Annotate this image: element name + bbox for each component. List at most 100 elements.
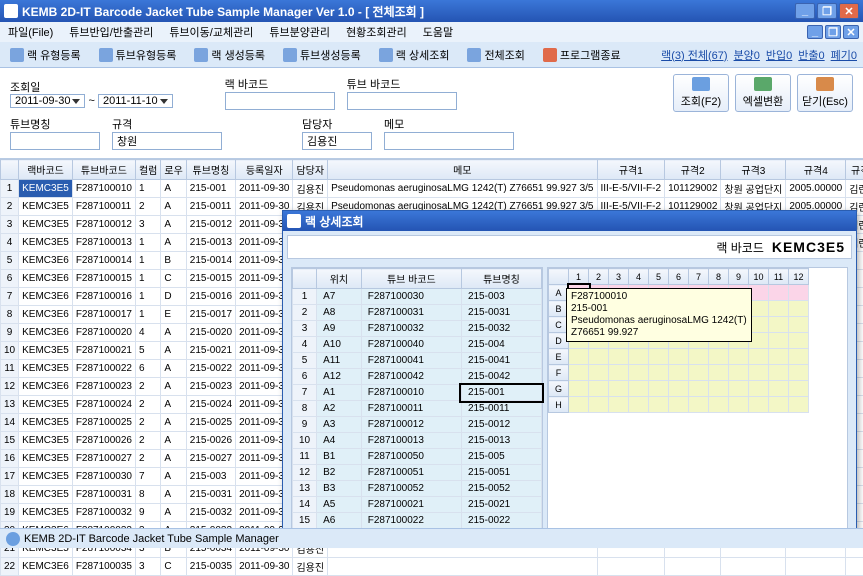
table-row[interactable]: 4A10F287100040 215-004	[293, 337, 542, 353]
table-row[interactable]: 14A5F287100021 215-0021	[293, 497, 542, 513]
table-row[interactable]: 11B1F287100050 215-005	[293, 449, 542, 465]
memo-input[interactable]	[384, 132, 514, 150]
main-col-header[interactable]: 튜브바코드	[72, 160, 135, 180]
plate-cell[interactable]	[609, 397, 629, 413]
minimize-button[interactable]: _	[795, 3, 815, 19]
main-col-header[interactable]: 컬럼	[135, 160, 160, 180]
plate-cell[interactable]	[729, 381, 749, 397]
rack-detail-window[interactable]: 랙 상세조회 랙 바코드 KEMC3E5 위치튜브 바코드튜브명칭 1A7F28…	[282, 210, 857, 540]
tool-all-search[interactable]: 전체조회	[463, 45, 528, 65]
plate-cell[interactable]	[789, 365, 809, 381]
table-row[interactable]: 13B3F287100052 215-0052	[293, 481, 542, 497]
plate-cell[interactable]	[569, 349, 589, 365]
maximize-button[interactable]: ❐	[817, 3, 837, 19]
plate-cell[interactable]	[589, 397, 609, 413]
plate-cell[interactable]	[589, 381, 609, 397]
sub-col-header[interactable]: 튜브 바코드	[361, 269, 461, 289]
plate-cell[interactable]	[669, 349, 689, 365]
table-row[interactable]: 12B2F287100051 215-0051	[293, 465, 542, 481]
plate-cell[interactable]	[749, 365, 769, 381]
table-row[interactable]: 9A3F287100012 215-0012	[293, 417, 542, 433]
plate-cell[interactable]	[649, 381, 669, 397]
link-dist[interactable]: 분양0	[734, 47, 760, 63]
table-row[interactable]: 10A4F287100013 215-0013	[293, 433, 542, 449]
table-row[interactable]: 22 KEMC3E6F2871000353C 215-00352011-09-3…	[1, 558, 863, 576]
plate-cell[interactable]	[709, 365, 729, 381]
plate-cell[interactable]	[589, 365, 609, 381]
plate-cell[interactable]	[669, 365, 689, 381]
main-col-header[interactable]: 로우	[161, 160, 186, 180]
main-col-header[interactable]	[1, 160, 19, 180]
table-row[interactable]: 1A7F287100030 215-003	[293, 289, 542, 305]
plate-cell[interactable]	[569, 397, 589, 413]
plate-cell[interactable]	[769, 333, 789, 349]
menu-tube-move[interactable]: 튜브이동/교체관리	[165, 22, 257, 42]
table-row[interactable]: 15A6F287100022 215-0022	[293, 513, 542, 529]
plate-cell[interactable]	[749, 349, 769, 365]
plate-cell[interactable]	[689, 349, 709, 365]
plate-cell[interactable]	[709, 349, 729, 365]
main-col-header[interactable]: 메모	[328, 160, 597, 180]
sub-col-header[interactable]: 위치	[317, 269, 362, 289]
tube-name-input[interactable]	[10, 132, 100, 150]
table-row[interactable]: 5A11F287100041 215-0041	[293, 353, 542, 369]
plate-cell[interactable]	[789, 333, 809, 349]
plate-cell[interactable]	[569, 365, 589, 381]
plate-cell[interactable]	[789, 317, 809, 333]
menu-help[interactable]: 도움말	[419, 22, 457, 42]
main-col-header[interactable]: 담당자	[293, 160, 328, 180]
plate-cell[interactable]	[629, 349, 649, 365]
plate-cell[interactable]	[729, 365, 749, 381]
person-input[interactable]	[302, 132, 372, 150]
plate-cell[interactable]	[729, 349, 749, 365]
plate-cell[interactable]	[609, 349, 629, 365]
plate-cell[interactable]	[789, 285, 809, 301]
menu-file[interactable]: 파일(File)	[4, 22, 57, 42]
mdi-minimize-button[interactable]: _	[807, 25, 823, 39]
menu-status[interactable]: 현황조회관리	[342, 22, 411, 42]
table-row[interactable]: 8A2F287100011 215-0011	[293, 401, 542, 417]
mdi-close-button[interactable]: ✕	[843, 25, 859, 39]
link-dispose[interactable]: 폐기0	[831, 47, 857, 63]
plate-cell[interactable]	[789, 349, 809, 365]
plate-cell[interactable]	[649, 349, 669, 365]
plate-cell[interactable]	[649, 397, 669, 413]
main-col-header[interactable]: 규격2	[665, 160, 721, 180]
table-row[interactable]: 3A9F287100032 215-0032	[293, 321, 542, 337]
date-from-input[interactable]: 2011-09-30	[10, 94, 85, 108]
subwin-tube-list[interactable]: 위치튜브 바코드튜브명칭 1A7F287100030 215-003 2A8F2…	[291, 267, 543, 530]
main-col-header[interactable]: 규격3	[721, 160, 786, 180]
tool-tube-type[interactable]: 튜브유형등록	[95, 45, 181, 65]
plate-cell[interactable]	[629, 397, 649, 413]
close-button[interactable]: 닫기(Esc)	[797, 74, 853, 112]
plate-cell[interactable]	[609, 365, 629, 381]
plate-cell[interactable]	[709, 381, 729, 397]
link-rack-all[interactable]: 랙(3) 전체(67)	[661, 47, 727, 63]
main-col-header[interactable]: 등록일자	[236, 160, 293, 180]
tool-rack-type[interactable]: 랙 유형등록	[6, 45, 85, 65]
plate-cell[interactable]	[689, 365, 709, 381]
main-col-header[interactable]: 규격4	[786, 160, 846, 180]
rack-barcode-input[interactable]	[225, 92, 335, 110]
plate-cell[interactable]	[589, 349, 609, 365]
plate-cell[interactable]	[629, 365, 649, 381]
plate-cell[interactable]	[689, 397, 709, 413]
table-row[interactable]: 1 KEMC3E5F2871000101A 215-0012011-09-30김…	[1, 180, 863, 198]
plate-cell[interactable]	[729, 397, 749, 413]
plate-cell[interactable]	[649, 365, 669, 381]
plate-grid[interactable]: 123456789101112ABCDEFGH F287100010215-00…	[547, 267, 848, 530]
main-col-header[interactable]: 랙바코드	[19, 160, 73, 180]
main-col-header[interactable]: 튜브명칭	[186, 160, 235, 180]
excel-button[interactable]: 엑셀변환	[735, 74, 791, 112]
plate-cell[interactable]	[749, 397, 769, 413]
plate-cell[interactable]	[609, 381, 629, 397]
sub-col-header[interactable]: 튜브명칭	[461, 269, 541, 289]
plate-cell[interactable]	[749, 381, 769, 397]
tool-rack-detail[interactable]: 랙 상세조회	[375, 45, 454, 65]
link-out[interactable]: 반출0	[798, 47, 824, 63]
plate-cell[interactable]	[669, 381, 689, 397]
tool-exit[interactable]: 프로그램종료	[539, 45, 625, 65]
sub-col-header[interactable]	[293, 269, 317, 289]
spec-input[interactable]	[112, 132, 222, 150]
link-in[interactable]: 반입0	[766, 47, 792, 63]
